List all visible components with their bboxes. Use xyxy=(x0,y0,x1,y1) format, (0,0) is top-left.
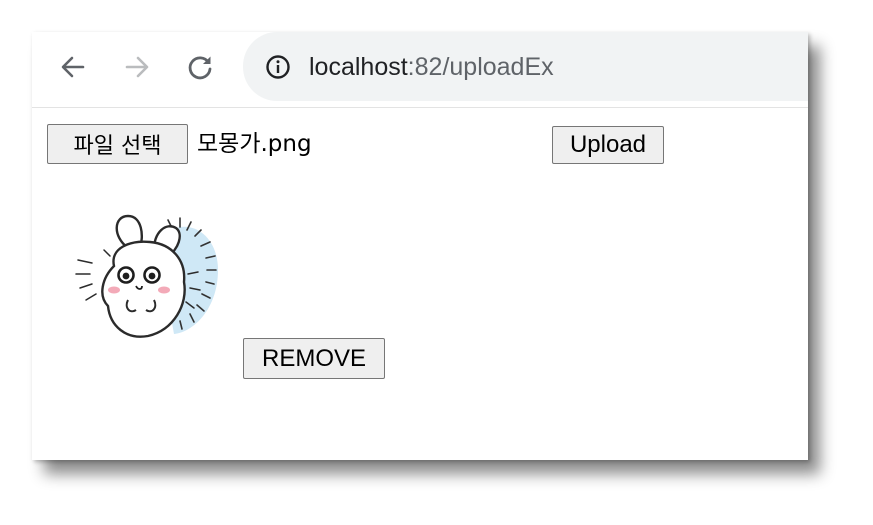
url-host: localhost xyxy=(309,53,408,81)
forward-button[interactable] xyxy=(122,52,152,82)
page-content: 파일 선택 모몽가.png Upload REMOVE xyxy=(32,108,808,460)
arrow-left-icon xyxy=(61,56,85,78)
selected-file-name: 모몽가.png xyxy=(197,131,312,157)
arrow-right-icon xyxy=(125,56,149,78)
browser-window: localhost:82/uploadEx 파일 선택 모몽가.png Uplo… xyxy=(32,32,808,460)
upload-button[interactable]: Upload xyxy=(552,126,664,164)
info-icon[interactable] xyxy=(265,54,291,80)
remove-button[interactable]: REMOVE xyxy=(243,338,385,379)
reload-icon xyxy=(188,56,212,80)
back-button[interactable] xyxy=(58,52,88,82)
address-bar[interactable]: localhost:82/uploadEx xyxy=(243,32,808,101)
url-text[interactable]: localhost:82/uploadEx xyxy=(309,50,554,84)
browser-toolbar: localhost:82/uploadEx xyxy=(32,32,808,108)
url-port: :82 xyxy=(407,53,443,81)
reload-button[interactable] xyxy=(185,52,215,82)
url-path: /uploadEx xyxy=(442,53,554,81)
uploaded-image-thumbnail xyxy=(75,214,218,338)
choose-file-button[interactable]: 파일 선택 xyxy=(47,124,188,164)
